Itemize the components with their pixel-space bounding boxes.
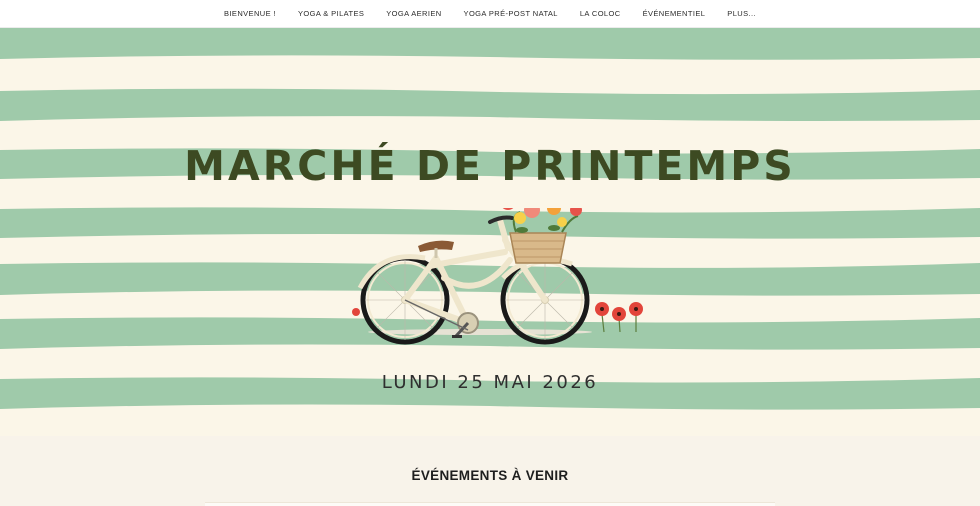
nav-item-yoga-pilates[interactable]: YOGA & PILATES (287, 9, 375, 18)
nav-item-yoga-aerien[interactable]: YOGA AERIEN (375, 9, 452, 18)
hero-banner: MARCHÉ DE PRINTEMPS LUNDI 25 MAI 2026 (0, 28, 980, 436)
events-section: ÉVÉNEMENTS À VENIR (0, 436, 980, 506)
nav-item-bienvenue[interactable]: BIENVENUE ! (213, 9, 287, 18)
top-navigation: BIENVENUE ! YOGA & PILATES YOGA AERIEN Y… (0, 0, 980, 28)
event-date: LUNDI 25 MAI 2026 (381, 372, 599, 393)
bicycle-with-flower-basket-icon (340, 189, 650, 373)
nav-item-evenementiel[interactable]: ÉVÉNEMENTIEL (632, 9, 717, 18)
nav-item-plus[interactable]: PLUS... (716, 9, 767, 18)
events-card (205, 502, 775, 506)
nav-item-yoga-pre-post-natal[interactable]: YOGA PRÉ-POST NATAL (453, 9, 569, 18)
events-section-title: ÉVÉNEMENTS À VENIR (411, 468, 569, 483)
hero-title: MARCHÉ DE PRINTEMPS (184, 142, 796, 190)
nav-item-la-coloc[interactable]: LA COLOC (569, 9, 632, 18)
